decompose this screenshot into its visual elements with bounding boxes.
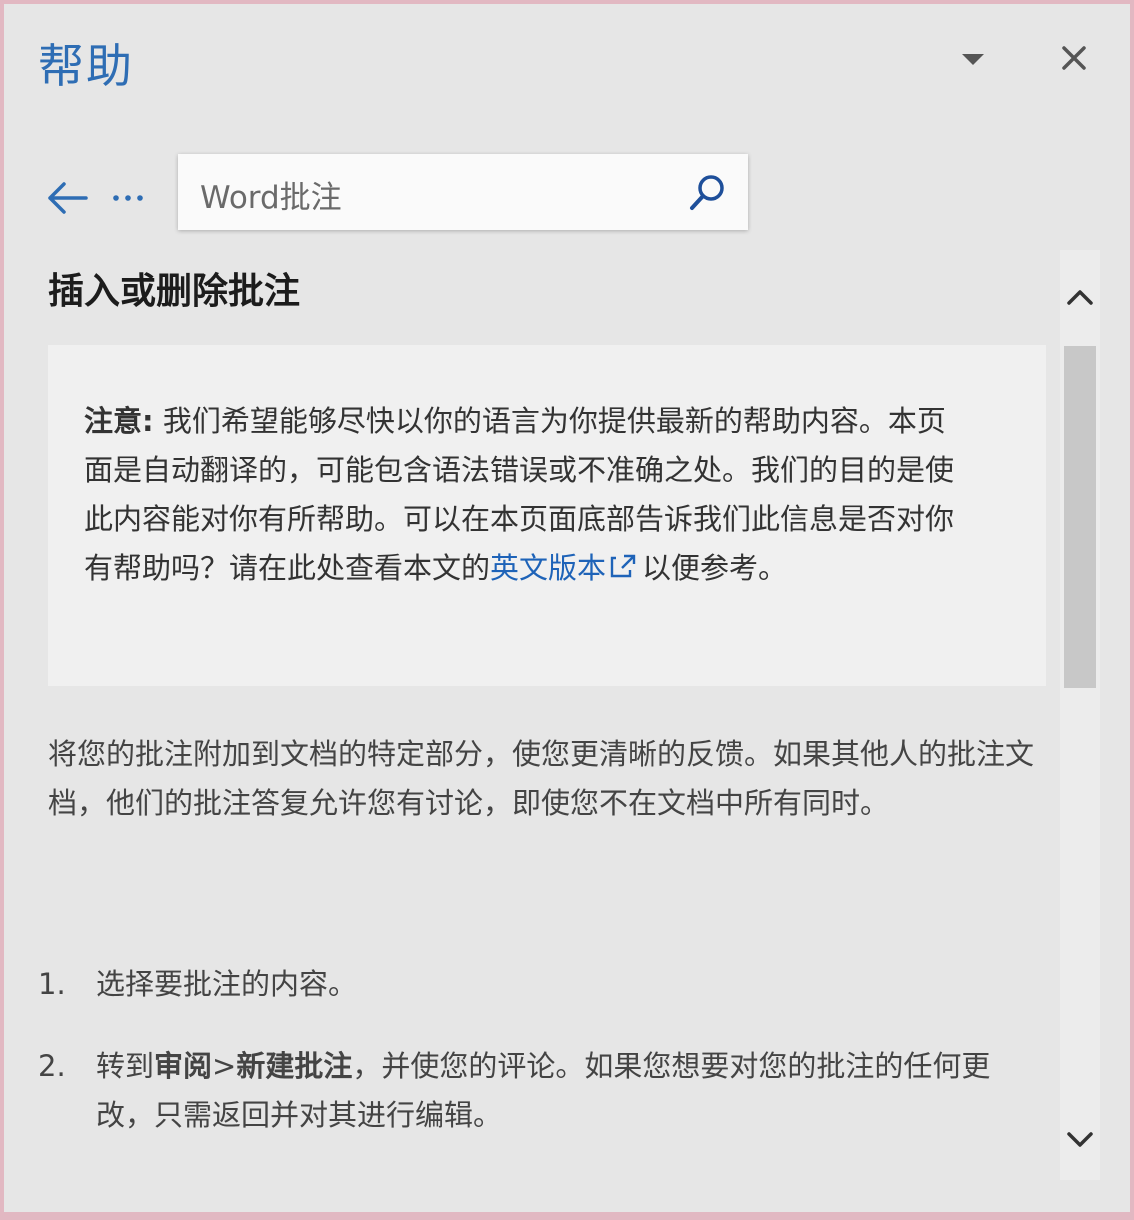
more-icon <box>113 195 143 201</box>
scroll-down-button[interactable] <box>1064 1124 1096 1154</box>
external-link-icon[interactable] <box>606 546 642 578</box>
pane-title: 帮助 <box>38 39 134 93</box>
translation-note: 注意: 我们希望能够尽快以你的语言为你提供最新的帮助内容。本页面是自动翻译的，可… <box>48 345 1046 686</box>
list-item: 1. 选择要批注的内容。 <box>38 960 1048 1020</box>
back-arrow-icon <box>48 182 88 214</box>
search-button[interactable] <box>686 170 730 214</box>
note-label: 注意: <box>84 404 154 438</box>
search-icon <box>690 175 724 210</box>
note-tail: 以便参考。 <box>642 551 788 585</box>
step-prefix: 转到 <box>96 1049 155 1083</box>
chevron-down-icon <box>962 54 984 65</box>
back-button[interactable] <box>44 174 92 222</box>
note-text: 注意: 我们希望能够尽快以你的语言为你提供最新的帮助内容。本页面是自动翻译的，可… <box>84 397 964 593</box>
scroll-thumb[interactable] <box>1064 346 1096 688</box>
chevron-up-icon <box>1067 290 1093 305</box>
search-box[interactable]: Word批注 <box>178 154 748 230</box>
separator: > <box>212 1049 237 1083</box>
more-options-button[interactable] <box>106 180 154 216</box>
scroll-up-button[interactable] <box>1064 282 1096 312</box>
chevron-down-icon <box>1067 1132 1093 1147</box>
close-button[interactable] <box>1056 40 1092 76</box>
list-text: 转到审阅>新建批注，并使您的评论。如果您想要对您的批注的任何更改，只需返回并对其… <box>96 1042 1046 1140</box>
list-text: 选择要批注的内容。 <box>96 967 358 1001</box>
close-icon <box>1062 46 1086 70</box>
search-input[interactable]: Word批注 <box>200 172 342 217</box>
intro-paragraph: 将您的批注附加到文档的特定部分，使您更清晰的反馈。如果其他人的批注文档，他们的批… <box>48 737 1035 820</box>
vertical-scrollbar[interactable] <box>1060 250 1100 1180</box>
list-number: 2. <box>38 1049 66 1083</box>
list-number: 1. <box>38 967 66 1001</box>
pane-options-button[interactable] <box>958 44 988 74</box>
help-pane: 帮助 Word批注 插入或删除批注 注意: 我们希望能够尽快以你的语言为你提供最… <box>4 4 1130 1212</box>
review-tab-ref: 审阅 <box>154 1049 213 1083</box>
article-title: 插入或删除批注 <box>48 271 301 312</box>
list-item: 2. 转到审阅>新建批注，并使您的评论。如果您想要对您的批注的任何更改，只需返回… <box>38 1042 1048 1152</box>
article-content: 插入或删除批注 注意: 我们希望能够尽快以你的语言为你提供最新的帮助内容。本页面… <box>4 244 1054 1184</box>
new-comment-ref: 新建批注 <box>236 1049 353 1083</box>
english-version-link[interactable]: 英文版本 <box>490 551 606 585</box>
